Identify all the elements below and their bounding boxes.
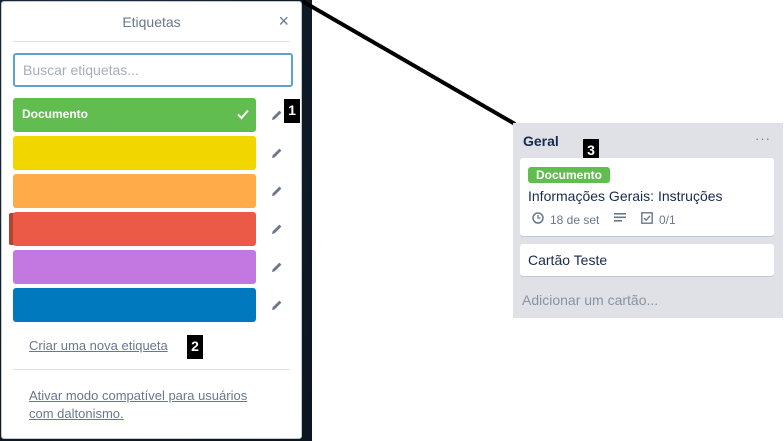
pencil-icon[interactable] xyxy=(271,146,283,164)
add-card-button[interactable]: Adicionar um cartão... xyxy=(522,292,658,308)
card-cartao-teste[interactable]: Cartão Teste xyxy=(520,244,774,276)
card-title: Cartão Teste xyxy=(528,252,608,268)
popover-title: Etiquetas xyxy=(122,14,181,30)
list-geral: Geral 3 ··· Documento Informações Gerais… xyxy=(513,123,783,318)
labels-popover: Etiquetas × Documento xyxy=(1,1,302,439)
description-icon xyxy=(614,212,626,223)
search-labels-input[interactable] xyxy=(13,53,293,87)
card-informacoes-gerais[interactable]: Documento Informações Gerais: Instruções… xyxy=(520,158,774,236)
colorblind-mode-link[interactable]: Ativar modo compatível para usuários com… xyxy=(29,387,247,423)
list-title: Geral xyxy=(523,133,559,149)
card-label-documento: Documento xyxy=(528,167,610,183)
create-label-link[interactable]: Criar uma nova etiqueta xyxy=(29,338,168,353)
label-row-orange xyxy=(13,174,298,208)
pencil-icon[interactable] xyxy=(271,298,283,316)
label-yellow[interactable] xyxy=(13,136,256,170)
label-name: Documento xyxy=(22,107,88,121)
card-title: Informações Gerais: Instruções xyxy=(528,188,723,204)
label-row-blue xyxy=(13,288,298,322)
pencil-icon[interactable] xyxy=(271,260,283,278)
colorblind-line-2: com daltonismo. xyxy=(29,406,124,421)
colorblind-line-1: Ativar modo compatível para usuários xyxy=(29,388,248,403)
label-row-red xyxy=(9,212,298,246)
checklist-badge: 0/1 xyxy=(641,212,676,227)
pencil-icon[interactable] xyxy=(271,108,283,126)
due-date-badge[interactable]: 18 de set xyxy=(532,212,599,227)
divider xyxy=(13,369,290,370)
due-date: 18 de set xyxy=(550,212,600,227)
pencil-icon[interactable] xyxy=(271,184,283,202)
label-orange[interactable] xyxy=(13,174,256,208)
annotation-1: 1 xyxy=(284,99,300,123)
check-icon xyxy=(236,107,250,126)
label-row-yellow xyxy=(13,136,298,170)
label-blue[interactable] xyxy=(13,288,256,322)
label-purple[interactable] xyxy=(13,250,256,284)
annotation-2: 2 xyxy=(187,335,203,359)
label-row-green: Documento xyxy=(13,98,298,132)
divider xyxy=(13,41,290,42)
close-icon[interactable]: × xyxy=(278,11,289,31)
checklist-icon xyxy=(641,212,653,227)
clock-icon xyxy=(532,212,544,227)
label-green[interactable]: Documento xyxy=(13,98,256,132)
checklist-count: 0/1 xyxy=(659,212,676,227)
label-red[interactable] xyxy=(13,212,256,246)
list-menu-icon[interactable]: ··· xyxy=(755,131,771,146)
label-row-purple xyxy=(13,250,298,284)
pencil-icon[interactable] xyxy=(271,222,283,240)
